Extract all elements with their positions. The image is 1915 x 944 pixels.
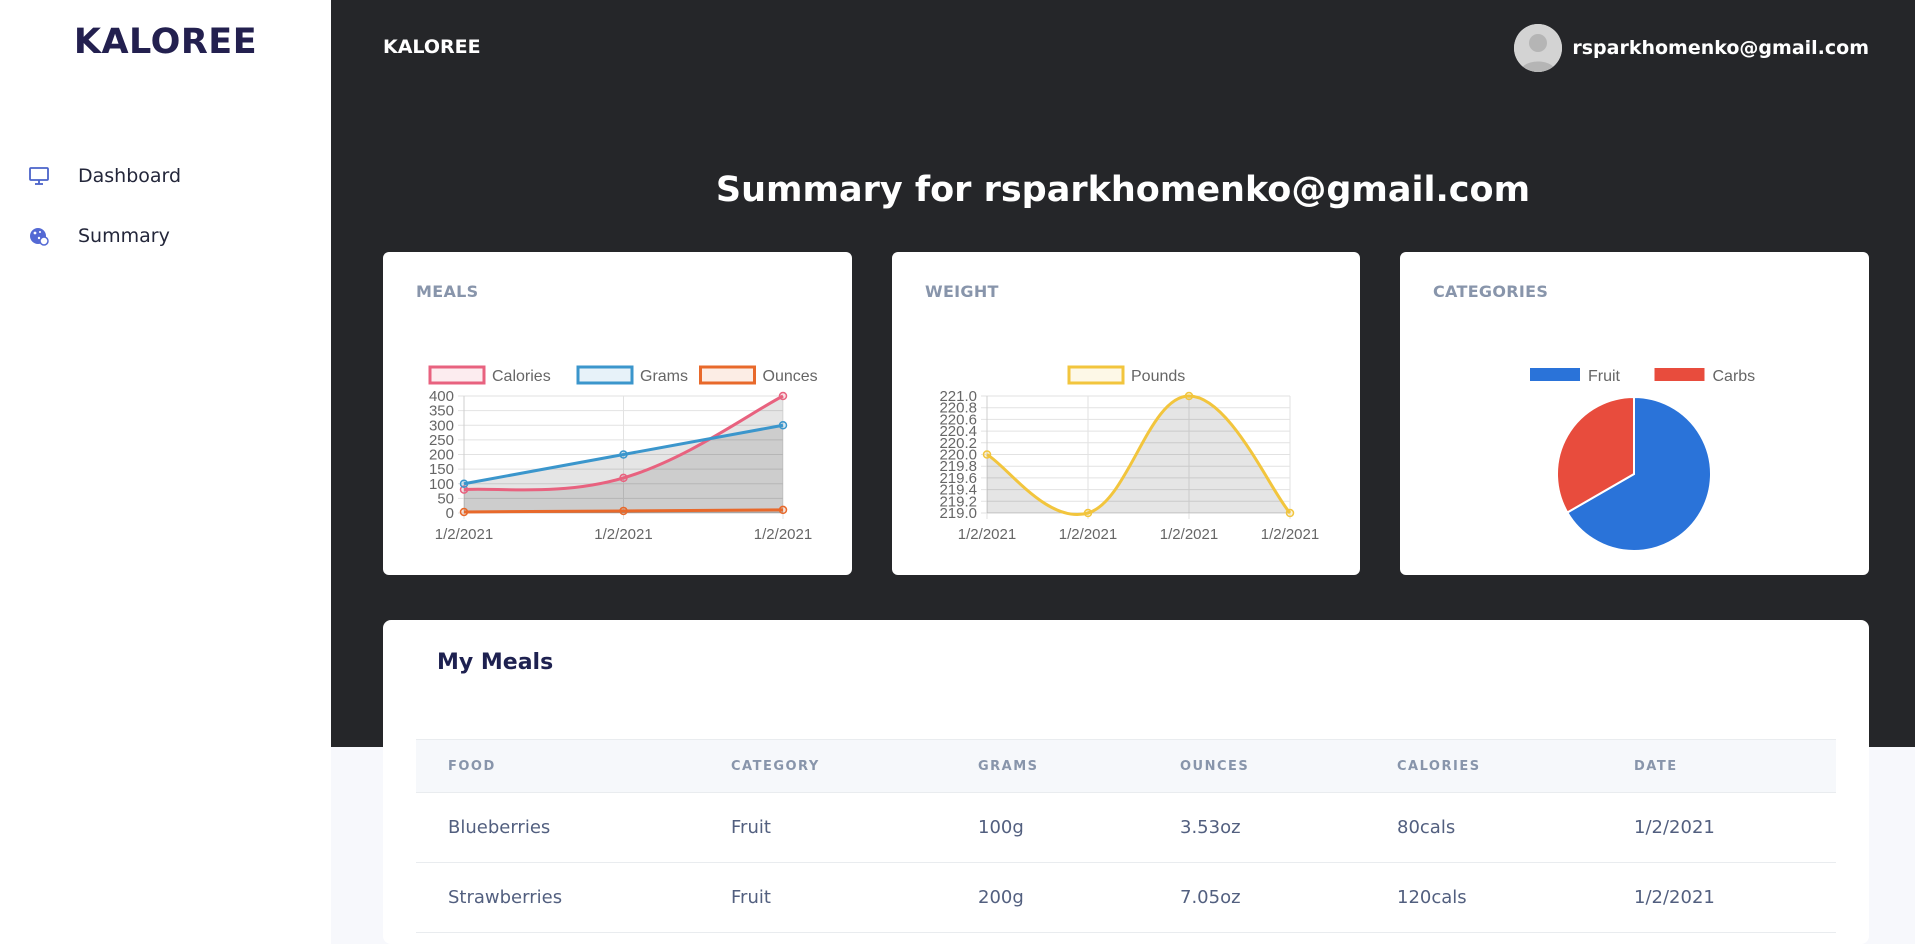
- x-tick-label: 1/2/2021: [435, 526, 493, 543]
- legend-swatch: [428, 365, 486, 385]
- page-title: Summary for rsparkhomenko@gmail.com: [715, 170, 1531, 210]
- data-point: [619, 450, 628, 459]
- data-point: [1285, 508, 1295, 518]
- user-email: rsparkhomenko@gmail.com: [1572, 37, 1869, 59]
- meals-chart-card: MEALS Calories Grams Ounces 400 350 300 250 200…: [383, 252, 852, 575]
- meals-table: FOOD CATEGORY GRAMS OUNCES CALORIES DATE Blue…: [416, 739, 1836, 933]
- legend-label: Calories: [492, 368, 551, 385]
- legend-label: Fruit: [1588, 368, 1621, 385]
- table-row[interactable]: Strawberries Fruit 200g 7.05oz 120cals 1/2/20…: [416, 863, 1836, 933]
- y-tick-label: 0: [446, 505, 454, 522]
- x-tick-label: 1/2/2021: [1261, 526, 1319, 543]
- table-cell: 7.05oz: [1180, 887, 1241, 908]
- table-cell: Blueberries: [448, 817, 551, 838]
- table-cell: 1/2/2021: [1634, 817, 1715, 838]
- legend-swatch: [699, 365, 756, 385]
- x-tick-label: 1/2/2021: [754, 526, 812, 543]
- avatar[interactable]: [1514, 24, 1563, 72]
- legend-swatch: [1654, 368, 1705, 381]
- user-menu[interactable]: rsparkhomenko@gmail.com: [1514, 24, 1869, 72]
- y-tick-label: 219.0: [939, 505, 977, 522]
- data-point: [1083, 508, 1093, 518]
- legend-label: Pounds: [1131, 368, 1185, 385]
- table-cell: 120cals: [1397, 887, 1467, 908]
- weight-chart-card: WEIGHT Pounds 221.0 220.8 220.6 220.4 220.2 22…: [892, 252, 1360, 575]
- table-cell: 80cals: [1397, 817, 1456, 838]
- table-cell: Fruit: [731, 887, 771, 908]
- data-point: [778, 421, 788, 430]
- column-header-grams: GRAMS: [978, 759, 1039, 774]
- legend-swatch: [1067, 365, 1125, 385]
- column-header-date: DATE: [1634, 759, 1678, 774]
- x-tick-label: 1/2/2021: [594, 526, 652, 543]
- column-header-ounces: OUNCES: [1180, 759, 1250, 774]
- legend-swatch: [576, 365, 634, 385]
- sidebar-item-summary[interactable]: Summary: [28, 216, 170, 256]
- weight-line-chart: Pounds221.0220.8220.6220.4220.2220.0219.…: [939, 365, 1319, 543]
- data-point: [778, 505, 788, 515]
- column-header-food: FOOD: [448, 759, 496, 774]
- table-cell: Strawberries: [448, 887, 563, 908]
- table-cell: Fruit: [731, 817, 771, 838]
- x-tick-label: 1/2/2021: [958, 526, 1016, 543]
- sidebar-item-label: Summary: [78, 225, 170, 247]
- x-tick-label: 1/2/2021: [1160, 526, 1218, 543]
- legend-label: Grams: [640, 368, 688, 385]
- sidebar-item-dashboard[interactable]: Dashboard: [28, 156, 181, 196]
- legend-swatch: [1530, 368, 1580, 381]
- x-tick-label: 1/2/2021: [1059, 526, 1117, 543]
- column-header-calories: CALORIES: [1397, 759, 1481, 774]
- table-cell: 3.53oz: [1180, 817, 1241, 838]
- table-header: FOOD CATEGORY GRAMS OUNCES CALORIES DATE: [416, 739, 1836, 793]
- column-header-category: CATEGORY: [731, 759, 820, 774]
- categories-pie-chart: Fruit Carbs: [1530, 368, 1756, 552]
- data-point: [778, 391, 788, 401]
- cookie-icon: [28, 225, 50, 247]
- legend-label: Ounces: [763, 368, 818, 385]
- my-meals-title: My Meals: [437, 650, 554, 675]
- meals-line-chart: Calories Grams Ounces400350300250200150100…: [428, 365, 818, 543]
- user-avatar-icon: [1514, 24, 1563, 72]
- table-cell: 100g: [978, 817, 1024, 838]
- data-point: [1184, 391, 1194, 401]
- data-point: [619, 473, 628, 483]
- topbar-brand[interactable]: KALOREE: [383, 36, 481, 58]
- legend-label: Carbs: [1713, 368, 1756, 385]
- data-point: [459, 507, 469, 517]
- monitor-icon: [28, 165, 50, 187]
- table-cell: 200g: [978, 887, 1024, 908]
- sidebar-item-label: Dashboard: [78, 165, 182, 187]
- sidebar: KALOREE Dashboard Summary: [0, 0, 331, 944]
- table-cell: 1/2/2021: [1634, 887, 1715, 908]
- sidebar-logo[interactable]: KALOREE: [0, 22, 331, 62]
- data-point: [982, 450, 992, 459]
- series-area: [987, 396, 1290, 515]
- table-body: Blueberries Fruit 100g 3.53oz 80cals 1/2/2021…: [416, 793, 1836, 933]
- my-meals-card: My Meals FOOD CATEGORY GRAMS OUNCES CALORIES…: [383, 620, 1869, 944]
- categories-chart-card: CATEGORIES Fruit Carbs: [1400, 252, 1869, 575]
- table-row[interactable]: Blueberries Fruit 100g 3.53oz 80cals 1/2/2021: [416, 793, 1836, 863]
- data-point: [619, 506, 628, 516]
- data-point: [459, 479, 469, 488]
